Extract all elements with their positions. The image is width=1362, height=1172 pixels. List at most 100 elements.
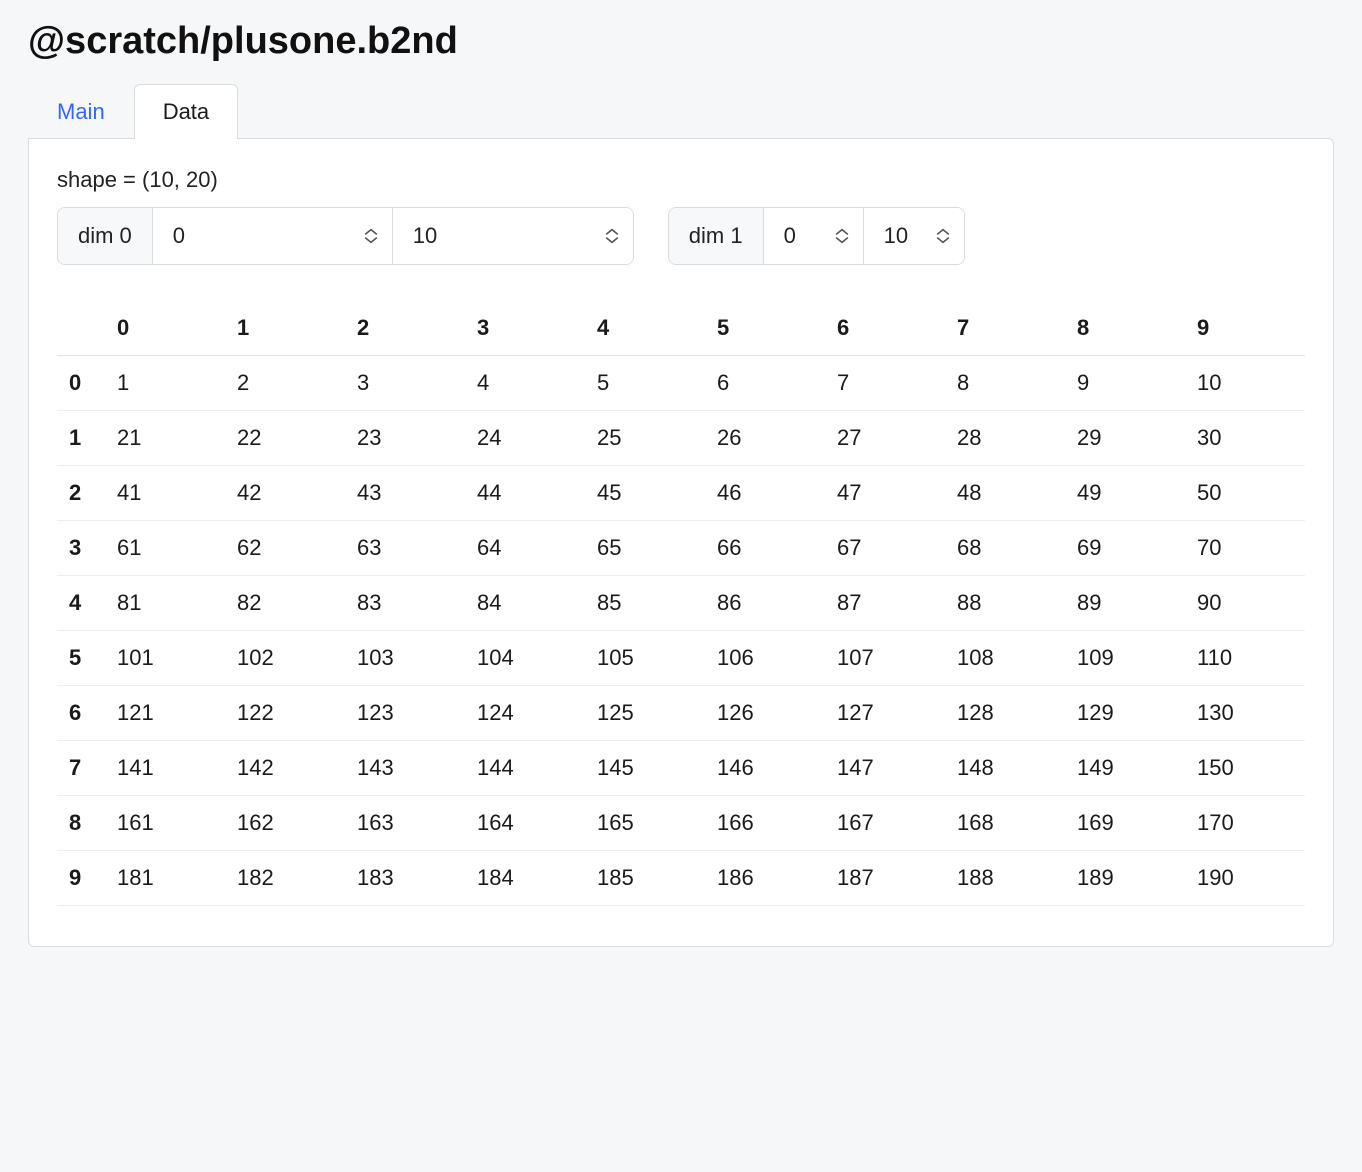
table-cell: 147 <box>825 741 945 796</box>
table-cell: 163 <box>345 796 465 851</box>
table-cell: 164 <box>465 796 585 851</box>
table-cell: 130 <box>1185 686 1305 741</box>
table-cell: 24 <box>465 411 585 466</box>
table-cell: 89 <box>1065 576 1185 631</box>
table-cell: 86 <box>705 576 825 631</box>
stepper-icon[interactable] <box>835 228 849 244</box>
dim-0-stop-value: 10 <box>413 223 437 249</box>
table-cell: 185 <box>585 851 705 906</box>
dim-group-0: dim 0010 <box>57 207 634 265</box>
table-cell: 161 <box>105 796 225 851</box>
table-cell: 70 <box>1185 521 1305 576</box>
table-cell: 69 <box>1065 521 1185 576</box>
table-cell: 10 <box>1185 356 1305 411</box>
dim-0-stop-input[interactable]: 10 <box>393 208 633 264</box>
table-cell: 84 <box>465 576 585 631</box>
table-cell: 143 <box>345 741 465 796</box>
col-header: 7 <box>945 301 1065 356</box>
table-cell: 68 <box>945 521 1065 576</box>
table-row: 241424344454647484950 <box>57 466 1305 521</box>
table-cell: 145 <box>585 741 705 796</box>
row-header: 8 <box>57 796 105 851</box>
table-cell: 26 <box>705 411 825 466</box>
table-cell: 7 <box>825 356 945 411</box>
data-table: 0123456789 01234567891012122232425262728… <box>57 301 1305 906</box>
dimension-controls: dim 0010dim 1010 <box>57 207 1305 265</box>
table-row: 361626364656667686970 <box>57 521 1305 576</box>
table-row: 6121122123124125126127128129130 <box>57 686 1305 741</box>
table-cell: 4 <box>465 356 585 411</box>
col-header: 6 <box>825 301 945 356</box>
col-header: 8 <box>1065 301 1185 356</box>
col-header: 4 <box>585 301 705 356</box>
table-row: 121222324252627282930 <box>57 411 1305 466</box>
table-cell: 128 <box>945 686 1065 741</box>
page-title: @scratch/plusone.b2nd <box>28 20 1334 63</box>
row-header: 6 <box>57 686 105 741</box>
tab-main[interactable]: Main <box>28 84 134 139</box>
table-cell: 5 <box>585 356 705 411</box>
dim-0-start-input[interactable]: 0 <box>153 208 393 264</box>
stepper-icon[interactable] <box>364 228 378 244</box>
stepper-icon[interactable] <box>936 228 950 244</box>
row-header: 9 <box>57 851 105 906</box>
table-row: 5101102103104105106107108109110 <box>57 631 1305 686</box>
table-cell: 126 <box>705 686 825 741</box>
table-cell: 108 <box>945 631 1065 686</box>
col-header: 9 <box>1185 301 1305 356</box>
row-header: 4 <box>57 576 105 631</box>
table-cell: 63 <box>345 521 465 576</box>
table-cell: 189 <box>1065 851 1185 906</box>
col-header: 1 <box>225 301 345 356</box>
table-cell: 43 <box>345 466 465 521</box>
table-cell: 101 <box>105 631 225 686</box>
table-cell: 103 <box>345 631 465 686</box>
dim-group-1: dim 1010 <box>668 207 965 265</box>
table-cell: 9 <box>1065 356 1185 411</box>
data-panel: shape = (10, 20) dim 0010dim 1010 012345… <box>28 138 1334 947</box>
table-cell: 67 <box>825 521 945 576</box>
row-header: 1 <box>57 411 105 466</box>
table-cell: 170 <box>1185 796 1305 851</box>
table-cell: 28 <box>945 411 1065 466</box>
row-header: 5 <box>57 631 105 686</box>
table-cell: 181 <box>105 851 225 906</box>
tab-data[interactable]: Data <box>134 84 238 139</box>
table-cell: 29 <box>1065 411 1185 466</box>
table-cell: 186 <box>705 851 825 906</box>
stepper-icon[interactable] <box>605 228 619 244</box>
table-cell: 21 <box>105 411 225 466</box>
table-cell: 121 <box>105 686 225 741</box>
table-cell: 183 <box>345 851 465 906</box>
table-row: 7141142143144145146147148149150 <box>57 741 1305 796</box>
table-cell: 45 <box>585 466 705 521</box>
table-cell: 188 <box>945 851 1065 906</box>
table-cell: 85 <box>585 576 705 631</box>
table-cell: 125 <box>585 686 705 741</box>
table-cell: 61 <box>105 521 225 576</box>
table-cell: 22 <box>225 411 345 466</box>
dim-1-stop-value: 10 <box>884 223 908 249</box>
table-cell: 150 <box>1185 741 1305 796</box>
table-cell: 62 <box>225 521 345 576</box>
table-cell: 162 <box>225 796 345 851</box>
dim-1-stop-input[interactable]: 10 <box>864 208 964 264</box>
row-header: 3 <box>57 521 105 576</box>
table-cell: 148 <box>945 741 1065 796</box>
table-row: 481828384858687888990 <box>57 576 1305 631</box>
table-cell: 46 <box>705 466 825 521</box>
table-cell: 168 <box>945 796 1065 851</box>
row-header: 7 <box>57 741 105 796</box>
table-cell: 30 <box>1185 411 1305 466</box>
table-cell: 65 <box>585 521 705 576</box>
dim-1-start-input[interactable]: 0 <box>764 208 864 264</box>
table-cell: 44 <box>465 466 585 521</box>
table-cell: 87 <box>825 576 945 631</box>
table-cell: 90 <box>1185 576 1305 631</box>
table-cell: 83 <box>345 576 465 631</box>
table-cell: 184 <box>465 851 585 906</box>
table-row: 8161162163164165166167168169170 <box>57 796 1305 851</box>
table-cell: 81 <box>105 576 225 631</box>
table-cell: 104 <box>465 631 585 686</box>
table-cell: 105 <box>585 631 705 686</box>
